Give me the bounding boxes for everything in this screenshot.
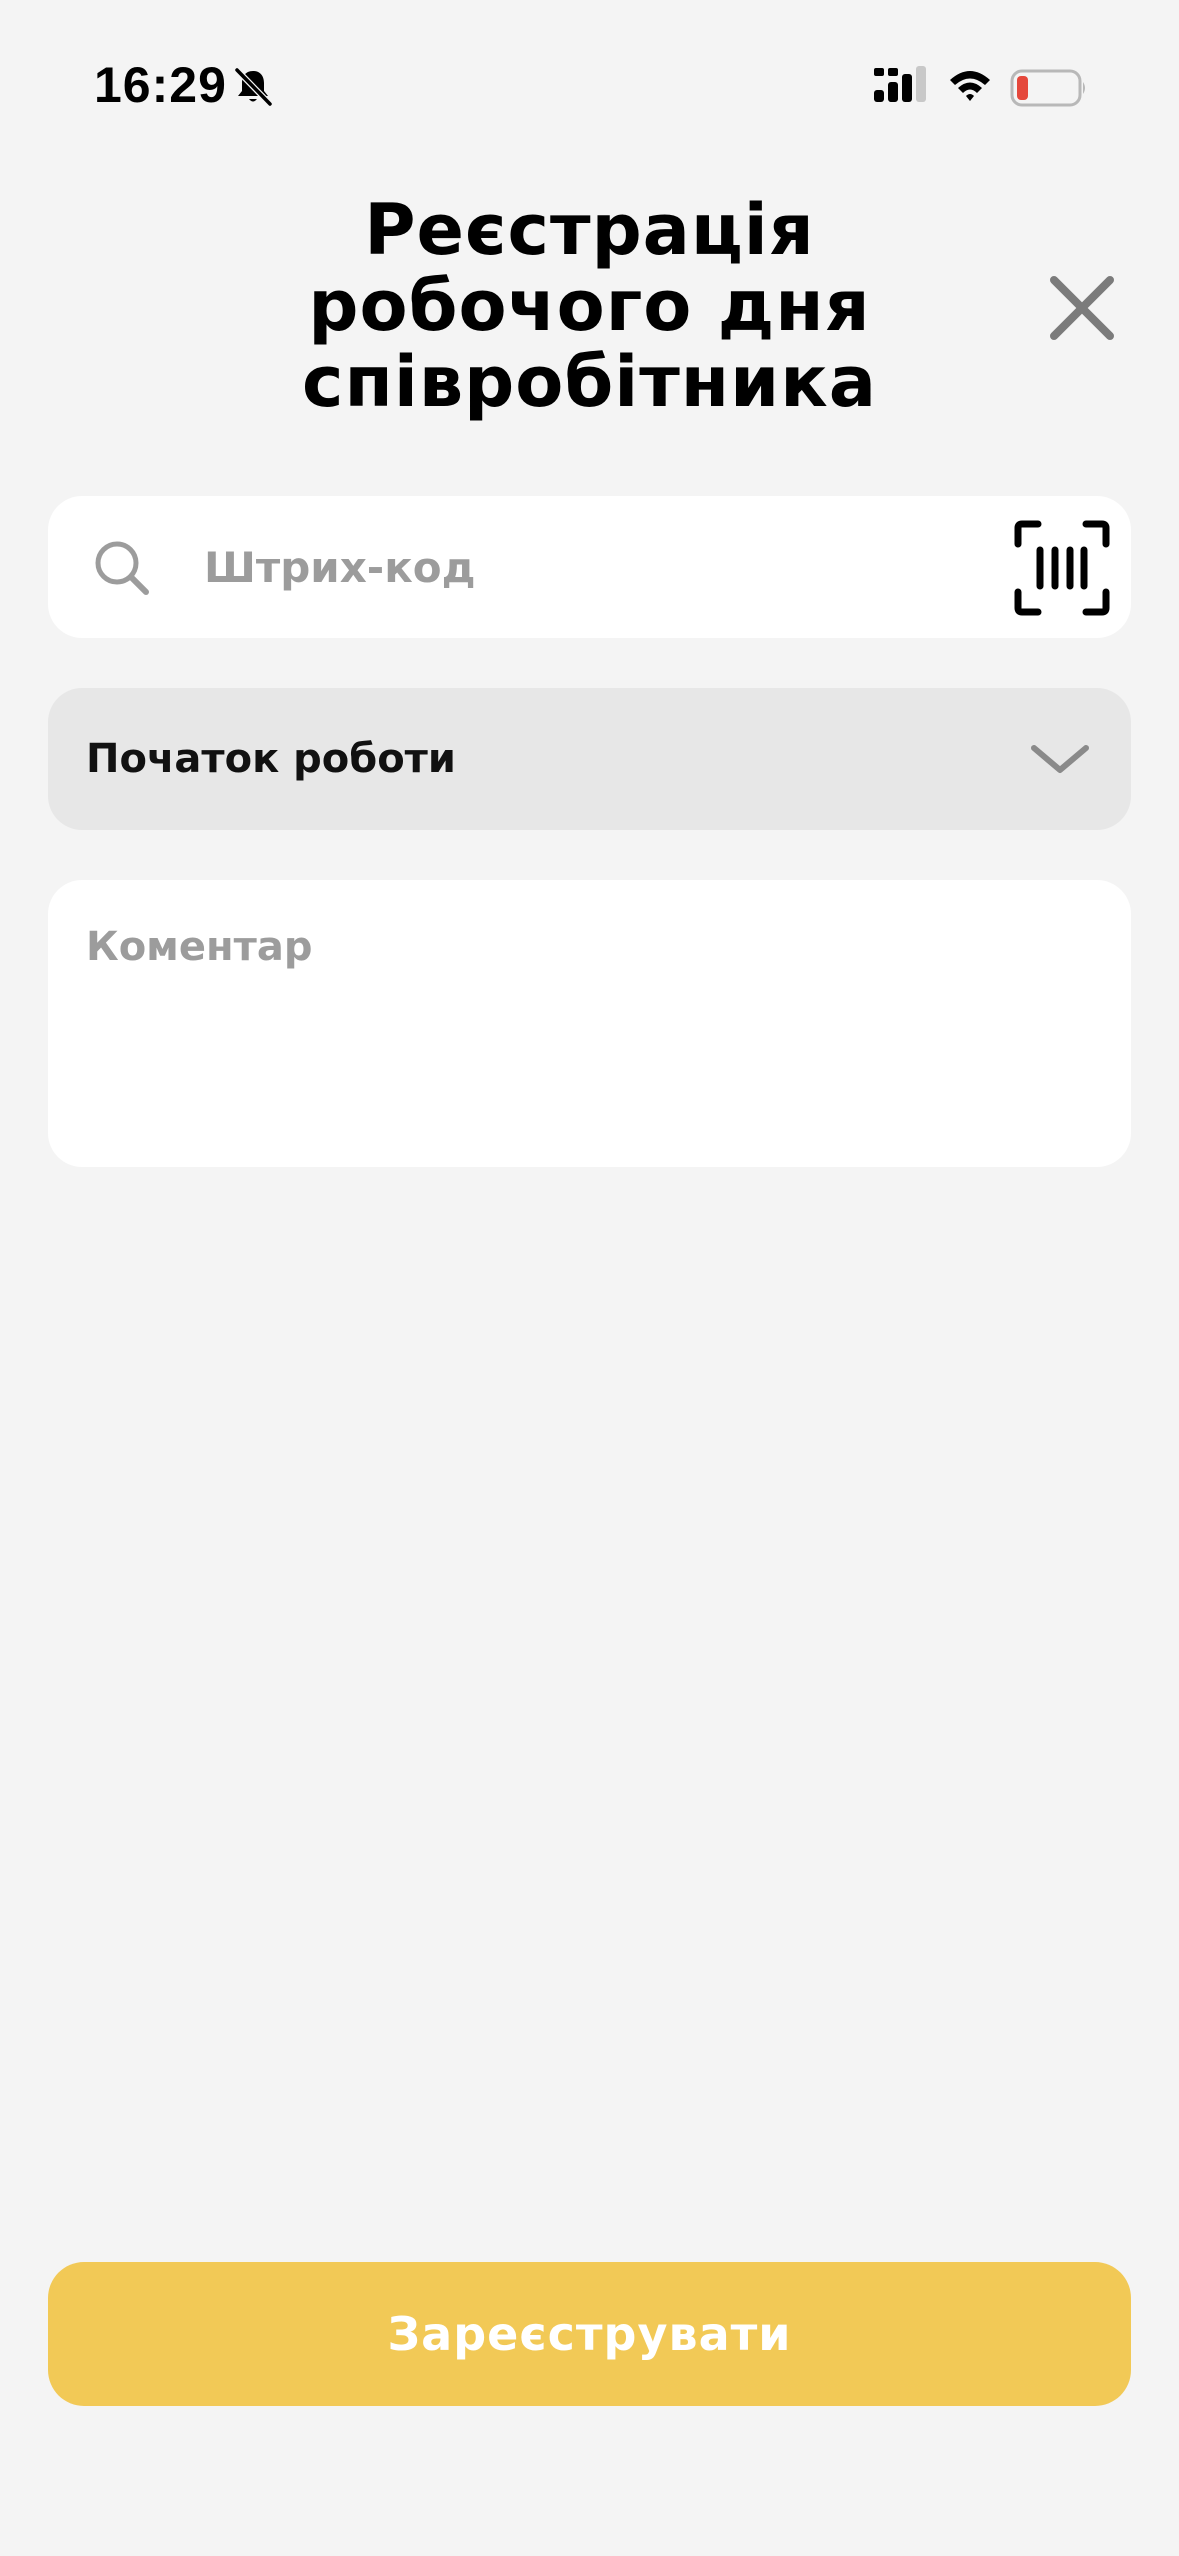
comment-field [48, 880, 1131, 1167]
chevron-down-icon [1031, 745, 1089, 773]
barcode-field [48, 496, 1131, 638]
search-icon [95, 541, 149, 595]
work-type-selected-value: Початок роботи [86, 736, 456, 782]
barcode-scan-button[interactable] [1012, 518, 1112, 618]
wifi-icon [950, 71, 990, 101]
page-title-line-2: робочого дня [308, 265, 871, 347]
register-button[interactable]: Зареєструвати [48, 2262, 1131, 2406]
page-title-line-1: Реєстрація [364, 189, 815, 271]
page-title: Реєстрація робочого дня співробітника [240, 192, 939, 420]
close-icon [1050, 276, 1114, 340]
battery-icon [1010, 69, 1085, 107]
page-title-line-3: співробітника [302, 341, 877, 423]
status-time: 16:29 [94, 57, 227, 113]
signal-icon [874, 66, 926, 102]
work-type-select[interactable]: Початок роботи [48, 688, 1131, 830]
barcode-input[interactable] [204, 496, 1024, 638]
close-button[interactable] [1046, 272, 1118, 344]
status-bar: 16:29 [0, 0, 1179, 170]
comment-input[interactable] [86, 924, 1086, 1134]
bell-off-icon [234, 67, 273, 107]
barcode-scan-icon [1014, 520, 1110, 616]
